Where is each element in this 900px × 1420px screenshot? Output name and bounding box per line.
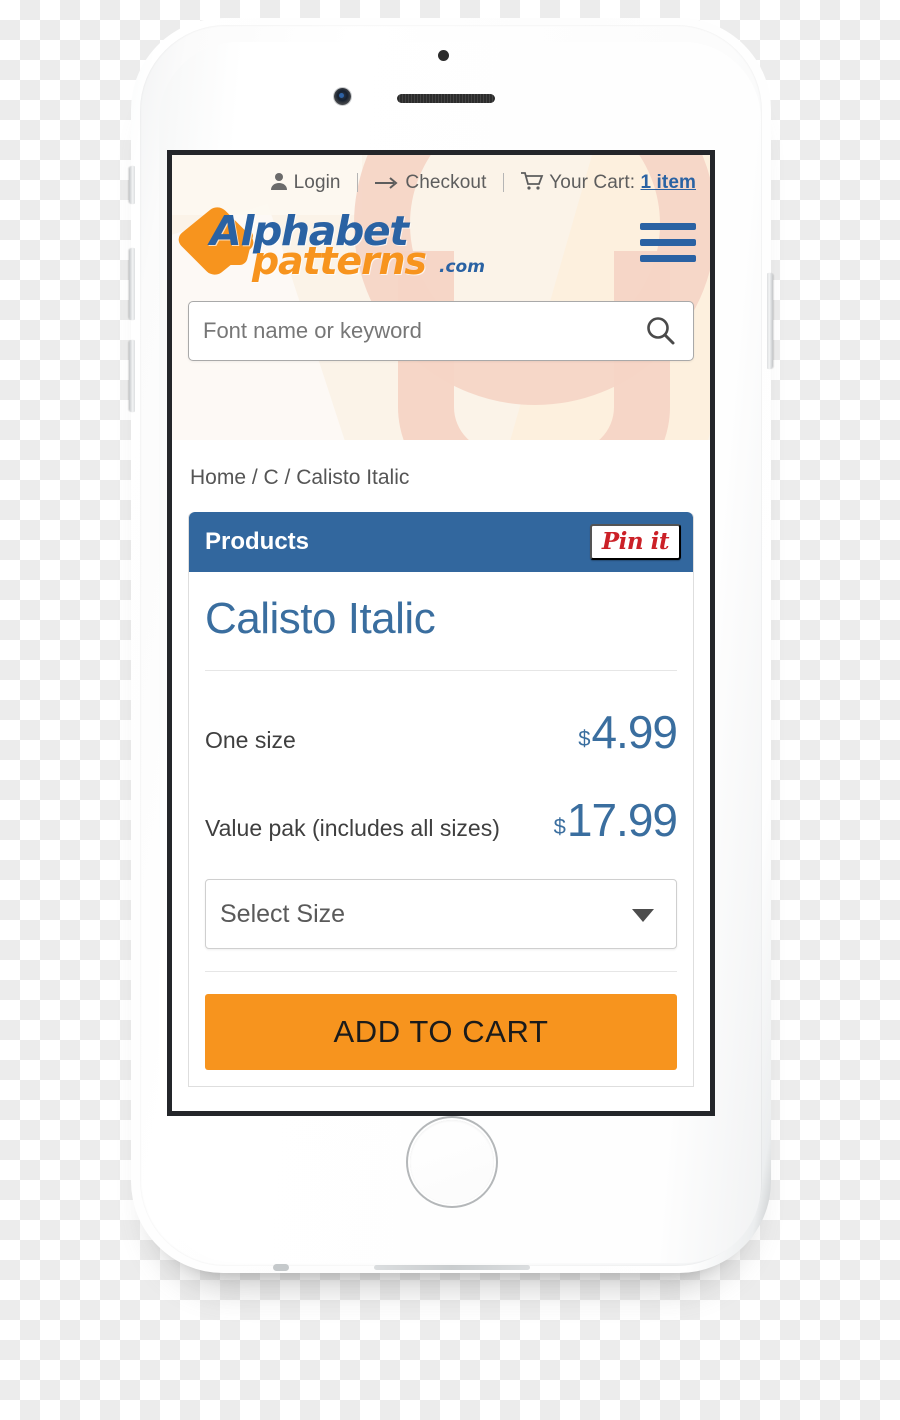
price-amount: 17.99	[566, 794, 678, 846]
header-decoration-cream	[498, 155, 710, 440]
smartphone-device: Login Checkout Your Cart: 1 item Alphabe…	[129, 18, 773, 1273]
checkout-link[interactable]: Checkout	[374, 172, 486, 197]
bottom-speaker	[374, 1265, 530, 1270]
price-label-value-pak: Value pak (includes all sizes)	[205, 815, 500, 841]
utility-separator-2	[502, 173, 504, 193]
proximity-sensor	[438, 50, 449, 61]
logo-tld: .com	[439, 257, 485, 277]
search-icon	[643, 317, 677, 351]
card-title: Products	[205, 528, 310, 555]
volume-down-button[interactable]	[129, 340, 135, 412]
product-card: Products Pin it Calisto Italic One size …	[188, 512, 694, 1087]
login-label: Login	[293, 172, 341, 193]
pin-it-label: Pin it	[601, 528, 670, 555]
price-row-one-size: One size $4.99	[205, 671, 678, 765]
earpiece-speaker	[397, 94, 495, 103]
hamburger-bar-2	[640, 238, 696, 246]
add-to-cart-button[interactable]: ADD TO CART	[205, 994, 677, 1070]
user-icon	[269, 171, 289, 197]
product-card-header: Products Pin it	[189, 512, 693, 572]
hamburger-bar-1	[640, 222, 696, 230]
phone-screen: Login Checkout Your Cart: 1 item Alphabe…	[167, 150, 715, 1116]
size-select[interactable]: Select Size	[205, 879, 677, 949]
price-row-value-pak: Value pak (includes all sizes) $17.99	[205, 765, 678, 865]
utility-bar: Login Checkout Your Cart: 1 item	[172, 155, 710, 197]
power-button[interactable]	[767, 273, 773, 369]
currency-symbol: $	[553, 814, 566, 839]
site-header: Login Checkout Your Cart: 1 item Alphabe…	[172, 155, 710, 440]
pin-it-button[interactable]: Pin it	[589, 524, 681, 560]
mute-switch[interactable]	[129, 166, 135, 204]
login-link[interactable]: Login	[269, 171, 341, 197]
price-label-one-size: One size	[205, 727, 296, 753]
chevron-down-icon	[632, 909, 654, 922]
search-area	[188, 301, 694, 361]
currency-symbol: $	[578, 726, 591, 751]
cart-label: Your Cart:	[549, 172, 636, 193]
price-amount: 4.99	[591, 706, 678, 758]
front-camera	[334, 88, 351, 105]
cart-count[interactable]: 1 item	[640, 172, 696, 193]
search-box[interactable]	[188, 301, 694, 361]
hamburger-bar-3	[640, 254, 696, 262]
brand-row: Alphabet patterns .com	[172, 203, 710, 283]
headphone-jack	[273, 1264, 289, 1271]
shopping-cart-icon	[520, 171, 544, 197]
site-logo[interactable]: Alphabet patterns .com	[174, 203, 485, 283]
breadcrumb-text: Home / C / Calisto Italic	[190, 466, 410, 489]
utility-separator-1	[357, 173, 358, 193]
product-card-body: Calisto Italic One size $4.99 Value pak …	[189, 572, 693, 1070]
size-select-area: Select Size	[205, 879, 677, 972]
hamburger-menu-icon[interactable]	[640, 210, 696, 275]
price-value-one-size: $4.99	[578, 705, 678, 759]
checkout-label: Checkout	[405, 171, 487, 193]
size-select-value: Select Size	[220, 899, 346, 928]
product-title: Calisto Italic	[205, 572, 677, 671]
breadcrumb[interactable]: Home / C / Calisto Italic	[172, 440, 710, 512]
price-value-value-pak: $17.99	[553, 793, 678, 847]
home-button[interactable]	[406, 1116, 498, 1208]
search-button[interactable]	[637, 314, 693, 348]
cart-link[interactable]: Your Cart: 1 item	[520, 171, 696, 197]
volume-up-button[interactable]	[129, 248, 135, 320]
logo-word-patterns: patterns	[252, 239, 427, 283]
search-input[interactable]	[189, 318, 637, 344]
arrow-right-icon	[374, 175, 400, 197]
